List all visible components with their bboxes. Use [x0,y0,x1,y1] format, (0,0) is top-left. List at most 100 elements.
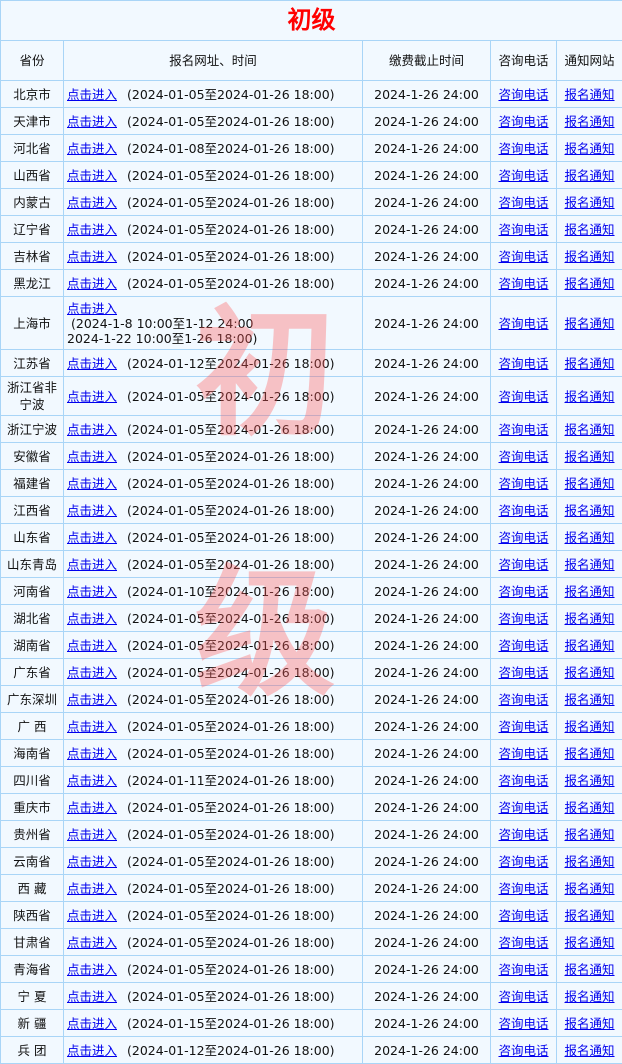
notice-link[interactable]: 报名通知 [565,168,615,183]
notice-link[interactable]: 报名通知 [565,476,615,491]
phone-link[interactable]: 咨询电话 [498,962,548,977]
phone-link[interactable]: 咨询电话 [498,827,548,842]
phone-link[interactable]: 咨询电话 [498,1043,548,1058]
enter-link[interactable]: 点击进入 [67,719,117,734]
notice-link[interactable]: 报名通知 [565,989,615,1004]
notice-link[interactable]: 报名通知 [565,1016,615,1031]
enter-link[interactable]: 点击进入 [67,800,117,815]
notice-link[interactable]: 报名通知 [565,389,615,404]
phone-link[interactable]: 咨询电话 [498,557,548,572]
notice-link[interactable]: 报名通知 [565,114,615,129]
phone-link[interactable]: 咨询电话 [498,881,548,896]
enter-link[interactable]: 点击进入 [67,301,117,316]
enter-link[interactable]: 点击进入 [67,114,117,129]
notice-link[interactable]: 报名通知 [565,249,615,264]
enter-link[interactable]: 点击进入 [67,557,117,572]
phone-link[interactable]: 咨询电话 [498,854,548,869]
phone-link[interactable]: 咨询电话 [498,584,548,599]
phone-link[interactable]: 咨询电话 [498,476,548,491]
enter-link[interactable]: 点击进入 [67,611,117,626]
notice-link[interactable]: 报名通知 [565,827,615,842]
enter-link[interactable]: 点击进入 [67,503,117,518]
notice-link[interactable]: 报名通知 [565,692,615,707]
phone-link[interactable]: 咨询电话 [498,316,548,331]
notice-link[interactable]: 报名通知 [565,746,615,761]
phone-link[interactable]: 咨询电话 [498,530,548,545]
phone-link[interactable]: 咨询电话 [498,719,548,734]
notice-link[interactable]: 报名通知 [565,881,615,896]
phone-link[interactable]: 咨询电话 [498,422,548,437]
notice-link[interactable]: 报名通知 [565,87,615,102]
enter-link[interactable]: 点击进入 [67,881,117,896]
phone-link[interactable]: 咨询电话 [498,114,548,129]
notice-link[interactable]: 报名通知 [565,276,615,291]
notice-link[interactable]: 报名通知 [565,854,615,869]
notice-link[interactable]: 报名通知 [565,584,615,599]
enter-link[interactable]: 点击进入 [67,449,117,464]
enter-link[interactable]: 点击进入 [67,389,117,404]
phone-link[interactable]: 咨询电话 [498,989,548,1004]
phone-link[interactable]: 咨询电话 [498,276,548,291]
phone-link[interactable]: 咨询电话 [498,746,548,761]
notice-link[interactable]: 报名通知 [565,962,615,977]
enter-link[interactable]: 点击进入 [67,854,117,869]
enter-link[interactable]: 点击进入 [67,195,117,210]
enter-link[interactable]: 点击进入 [67,665,117,680]
enter-link[interactable]: 点击进入 [67,746,117,761]
notice-link[interactable]: 报名通知 [565,222,615,237]
enter-link[interactable]: 点击进入 [67,1043,117,1058]
notice-link[interactable]: 报名通知 [565,356,615,371]
enter-link[interactable]: 点击进入 [67,1016,117,1031]
enter-link[interactable]: 点击进入 [67,692,117,707]
notice-link[interactable]: 报名通知 [565,557,615,572]
enter-link[interactable]: 点击进入 [67,222,117,237]
enter-link[interactable]: 点击进入 [67,584,117,599]
notice-link[interactable]: 报名通知 [565,195,615,210]
notice-link[interactable]: 报名通知 [565,719,615,734]
enter-link[interactable]: 点击进入 [67,249,117,264]
notice-link[interactable]: 报名通知 [565,638,615,653]
enter-link[interactable]: 点击进入 [67,935,117,950]
notice-link[interactable]: 报名通知 [565,935,615,950]
phone-link[interactable]: 咨询电话 [498,1016,548,1031]
phone-link[interactable]: 咨询电话 [498,195,548,210]
phone-link[interactable]: 咨询电话 [498,389,548,404]
enter-link[interactable]: 点击进入 [67,141,117,156]
phone-link[interactable]: 咨询电话 [498,800,548,815]
enter-link[interactable]: 点击进入 [67,962,117,977]
phone-link[interactable]: 咨询电话 [498,935,548,950]
notice-link[interactable]: 报名通知 [565,1043,615,1058]
enter-link[interactable]: 点击进入 [67,422,117,437]
enter-link[interactable]: 点击进入 [67,476,117,491]
enter-link[interactable]: 点击进入 [67,773,117,788]
notice-link[interactable]: 报名通知 [565,530,615,545]
notice-link[interactable]: 报名通知 [565,422,615,437]
notice-link[interactable]: 报名通知 [565,773,615,788]
enter-link[interactable]: 点击进入 [67,356,117,371]
notice-link[interactable]: 报名通知 [565,908,615,923]
phone-link[interactable]: 咨询电话 [498,638,548,653]
phone-link[interactable]: 咨询电话 [498,168,548,183]
phone-link[interactable]: 咨询电话 [498,356,548,371]
enter-link[interactable]: 点击进入 [67,827,117,842]
enter-link[interactable]: 点击进入 [67,276,117,291]
notice-link[interactable]: 报名通知 [565,611,615,626]
notice-link[interactable]: 报名通知 [565,316,615,331]
phone-link[interactable]: 咨询电话 [498,611,548,626]
notice-link[interactable]: 报名通知 [565,800,615,815]
phone-link[interactable]: 咨询电话 [498,87,548,102]
notice-link[interactable]: 报名通知 [565,449,615,464]
phone-link[interactable]: 咨询电话 [498,141,548,156]
phone-link[interactable]: 咨询电话 [498,692,548,707]
phone-link[interactable]: 咨询电话 [498,908,548,923]
phone-link[interactable]: 咨询电话 [498,222,548,237]
enter-link[interactable]: 点击进入 [67,908,117,923]
phone-link[interactable]: 咨询电话 [498,503,548,518]
phone-link[interactable]: 咨询电话 [498,773,548,788]
enter-link[interactable]: 点击进入 [67,168,117,183]
phone-link[interactable]: 咨询电话 [498,449,548,464]
enter-link[interactable]: 点击进入 [67,530,117,545]
notice-link[interactable]: 报名通知 [565,141,615,156]
phone-link[interactable]: 咨询电话 [498,665,548,680]
enter-link[interactable]: 点击进入 [67,87,117,102]
